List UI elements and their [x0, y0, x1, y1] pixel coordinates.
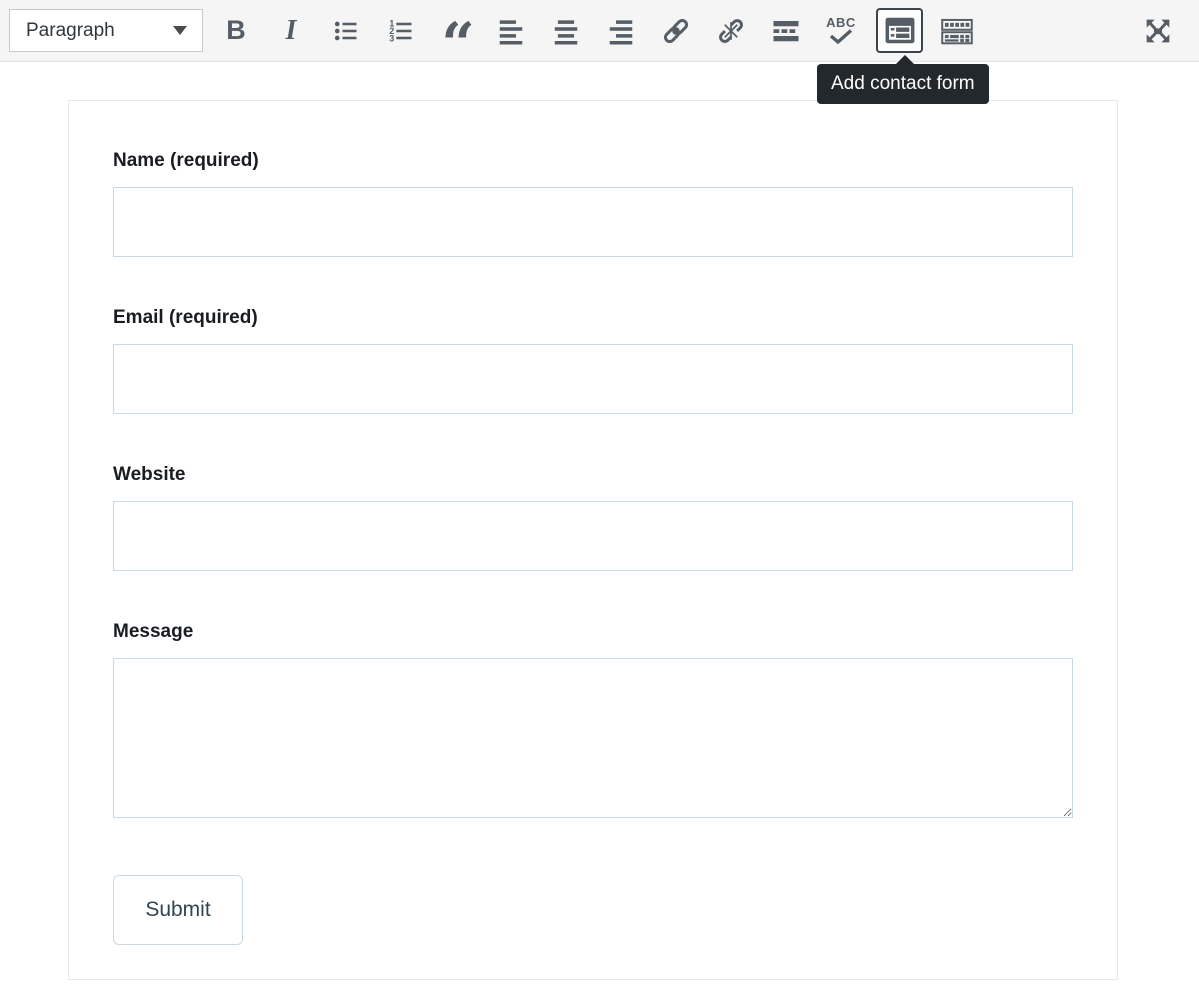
add-contact-form-button[interactable] [876, 8, 923, 53]
submit-button[interactable]: Submit [113, 875, 243, 945]
bold-icon: B [226, 15, 246, 46]
unlink-icon [716, 16, 746, 46]
editor-content-area: Name (required) Email (required) Website… [0, 62, 1199, 980]
form-field-name: Name (required) [113, 149, 1073, 257]
name-field-label: Name (required) [113, 149, 1073, 173]
svg-text:3: 3 [389, 33, 394, 43]
fullscreen-icon [1141, 15, 1175, 47]
tooltip-text: Add contact form [831, 73, 975, 94]
align-center-icon [551, 16, 581, 46]
blockquote-button[interactable]: “ [436, 9, 476, 53]
spellcheck-button[interactable]: ABC [821, 9, 861, 53]
website-field-label: Website [113, 463, 1073, 487]
insert-more-tag-button[interactable] [766, 9, 806, 53]
contact-form-preview: Name (required) Email (required) Website… [68, 100, 1118, 980]
keyboard-icon [941, 16, 973, 46]
spellcheck-check-icon [828, 29, 854, 45]
align-right-icon [606, 16, 636, 46]
add-contact-form-icon [885, 17, 915, 44]
paragraph-style-dropdown[interactable]: Paragraph [9, 9, 203, 52]
bulleted-list-icon [332, 17, 360, 45]
name-input[interactable] [113, 187, 1073, 257]
bulleted-list-button[interactable] [326, 9, 366, 53]
email-field-label: Email (required) [113, 306, 1073, 330]
message-textarea[interactable] [113, 658, 1073, 818]
italic-button[interactable]: I [271, 9, 311, 53]
email-input[interactable] [113, 344, 1073, 414]
add-contact-form-tooltip: Add contact form [817, 64, 989, 104]
editor-toolbar: Paragraph B I 1 2 3 “ [0, 0, 1199, 62]
chevron-down-icon [173, 26, 187, 35]
paragraph-style-value: Paragraph [26, 20, 115, 42]
form-field-website: Website [113, 463, 1073, 571]
more-tag-icon [771, 16, 801, 46]
remove-link-button[interactable] [711, 9, 751, 53]
align-center-button[interactable] [546, 9, 586, 53]
insert-link-button[interactable] [656, 9, 696, 53]
align-left-button[interactable] [491, 9, 531, 53]
numbered-list-icon: 1 2 3 [387, 17, 415, 45]
form-field-message: Message [113, 620, 1073, 818]
link-icon [661, 16, 691, 46]
toolbar-toggle-button[interactable] [937, 9, 977, 53]
form-field-email: Email (required) [113, 306, 1073, 414]
fullscreen-button[interactable] [1138, 9, 1178, 53]
spellcheck-abc-label: ABC [826, 17, 856, 29]
message-field-label: Message [113, 620, 1073, 644]
align-right-button[interactable] [601, 9, 641, 53]
align-left-icon [496, 16, 526, 46]
numbered-list-button[interactable]: 1 2 3 [381, 9, 421, 53]
italic-icon: I [286, 15, 297, 47]
bold-button[interactable]: B [216, 9, 256, 53]
website-input[interactable] [113, 501, 1073, 571]
